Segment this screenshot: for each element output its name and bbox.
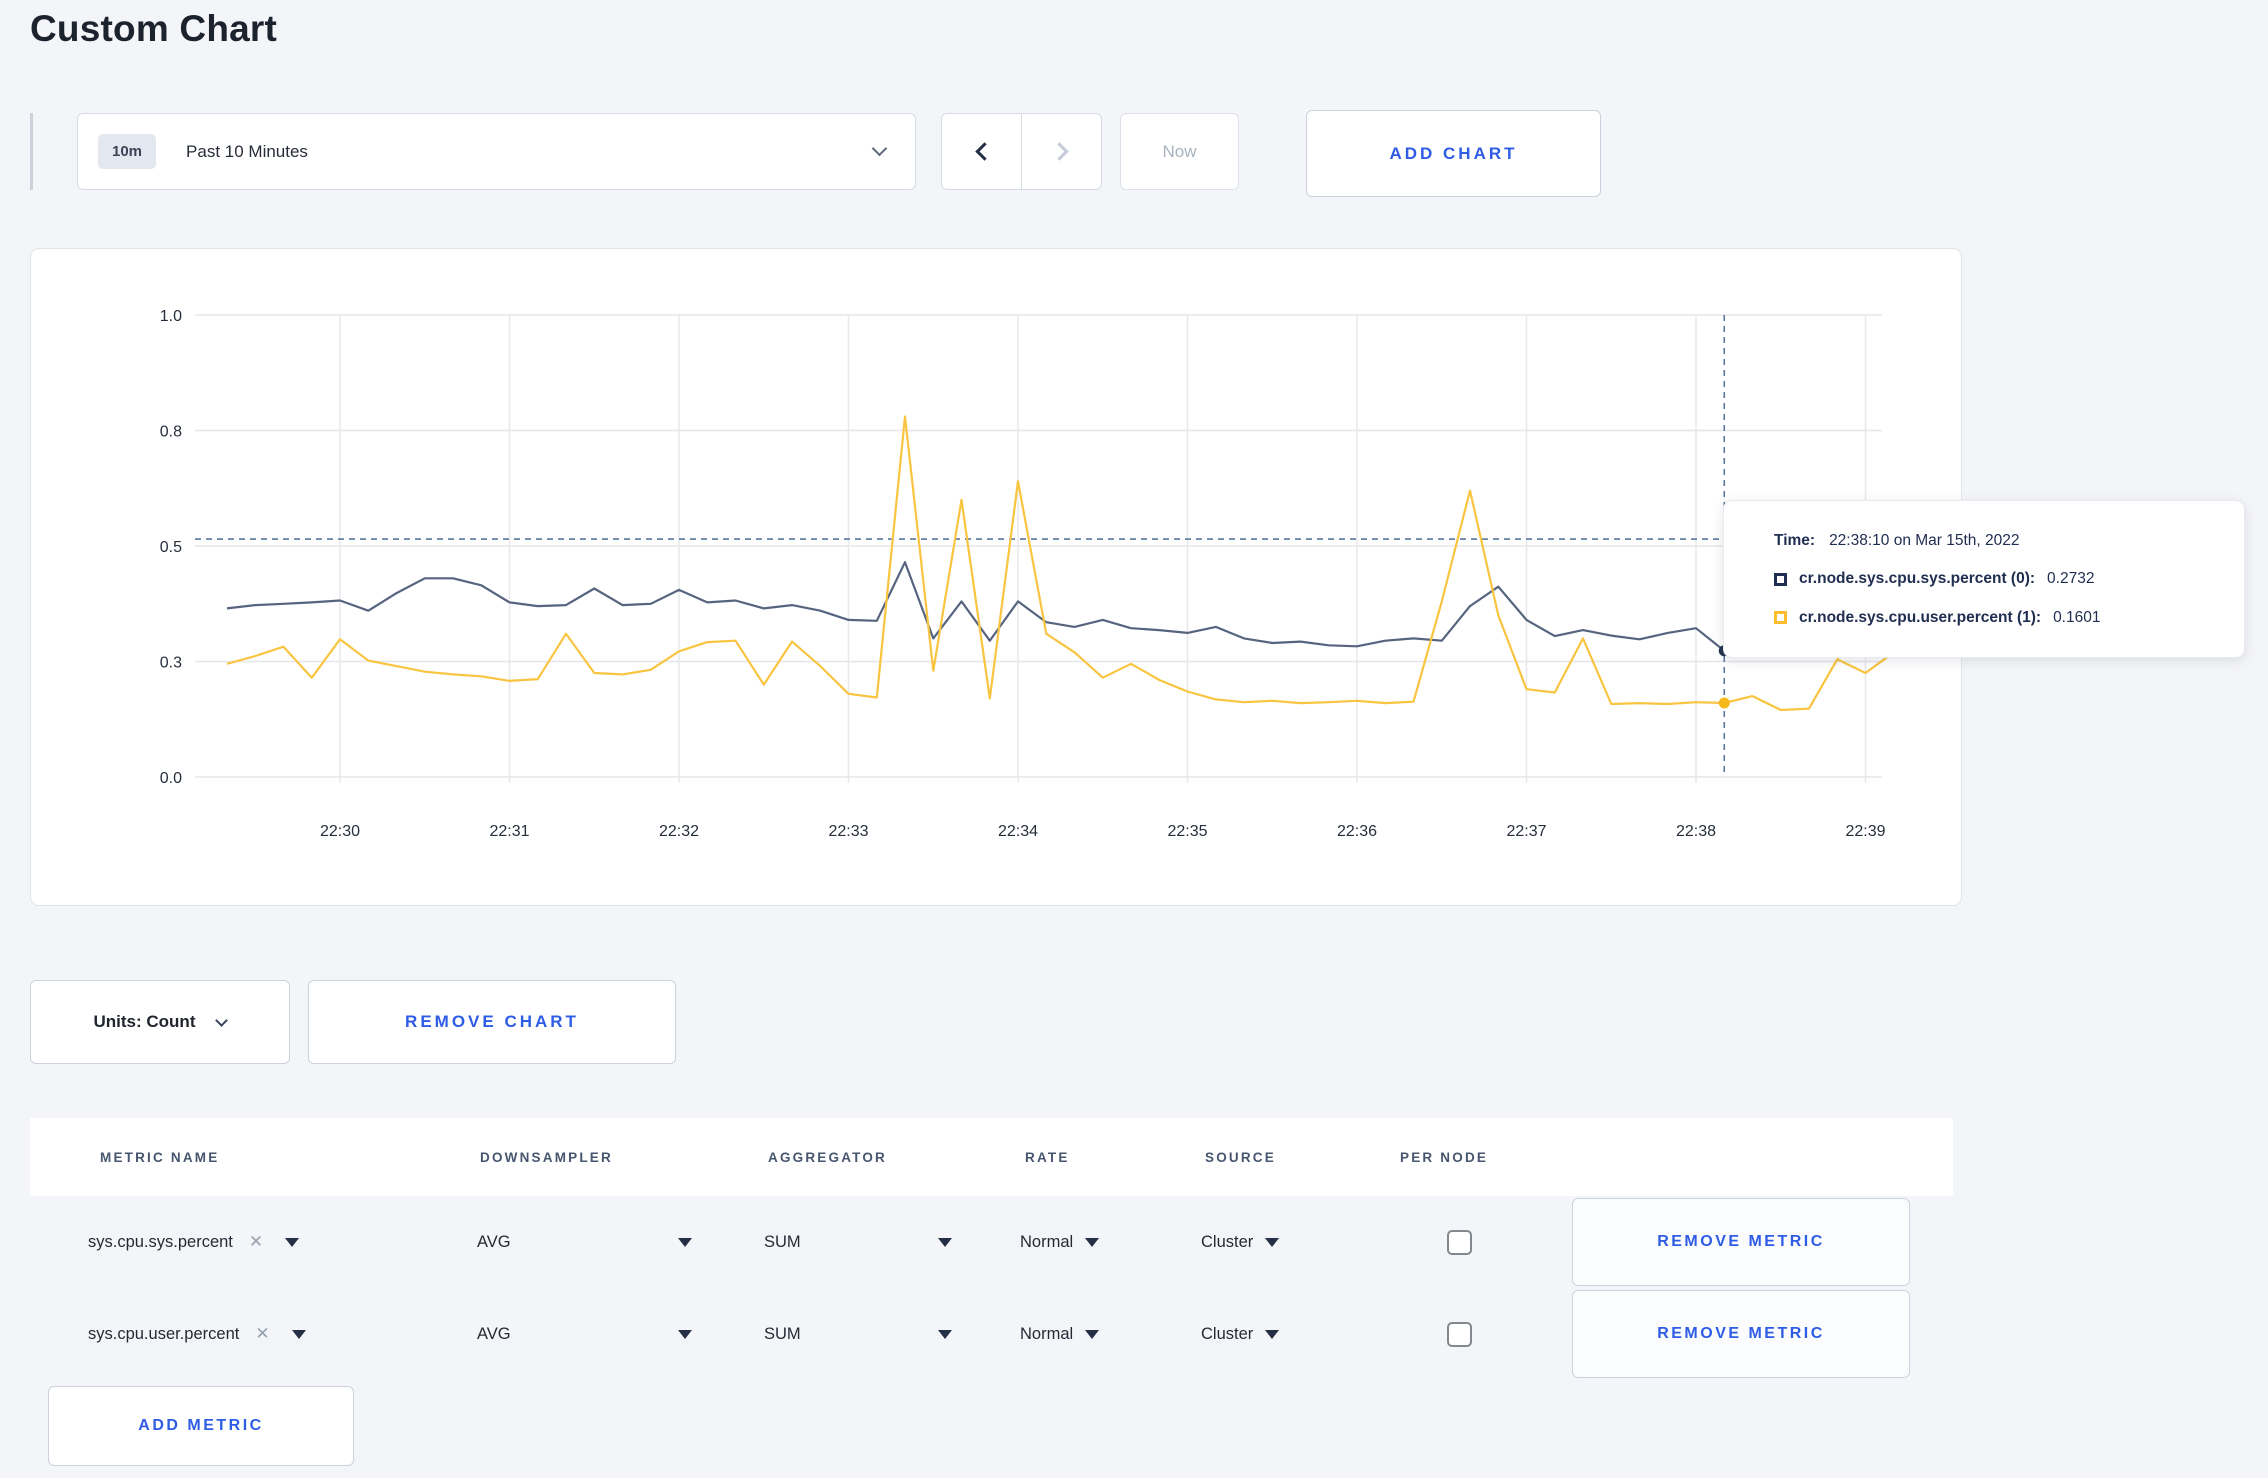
column-header-source: SOURCE	[1205, 1149, 1276, 1165]
tooltip-series-value: 0.1601	[2053, 608, 2101, 626]
add-metric-button[interactable]: ADD METRIC	[48, 1386, 354, 1466]
dropdown-arrow-icon	[1085, 1329, 1100, 1339]
downsampler-select[interactable]: AVG	[477, 1288, 692, 1380]
aggregator-select[interactable]: SUM	[764, 1196, 952, 1288]
table-row: sys.cpu.user.percent ✕ AVG SUM Normal Cl…	[30, 1288, 1953, 1380]
chevron-down-icon	[215, 1013, 229, 1027]
toolbar-divider	[30, 113, 33, 190]
dropdown-arrow-icon	[678, 1329, 692, 1339]
time-nav-group	[941, 113, 1102, 190]
column-header-per-node: PER NODE	[1400, 1149, 1489, 1165]
rate-select[interactable]: Normal	[1020, 1288, 1100, 1380]
rate-value: Normal	[1020, 1232, 1074, 1251]
aggregator-select[interactable]: SUM	[764, 1288, 952, 1380]
table-row: sys.cpu.sys.percent ✕ AVG SUM Normal Clu…	[30, 1196, 1953, 1288]
chevron-left-icon	[974, 142, 994, 161]
chart-card	[30, 248, 1962, 906]
tooltip-series-row: cr.node.sys.cpu.user.percent (1): 0.1601	[1774, 609, 2220, 627]
remove-metric-button[interactable]: REMOVE METRIC	[1572, 1290, 1910, 1378]
metric-name-select[interactable]: sys.cpu.sys.percent ✕	[88, 1196, 300, 1288]
downsampler-select[interactable]: AVG	[477, 1196, 692, 1288]
tooltip-series-row: cr.node.sys.cpu.sys.percent (0): 0.2732	[1774, 570, 2220, 588]
dropdown-arrow-icon	[678, 1237, 692, 1247]
chevron-right-icon	[1049, 142, 1069, 161]
column-header-downsampler: DOWNSAMPLER	[480, 1149, 613, 1165]
aggregator-value: SUM	[764, 1232, 801, 1251]
dropdown-arrow-icon	[1265, 1329, 1280, 1339]
rate-value: Normal	[1020, 1324, 1074, 1343]
tooltip-series-name: cr.node.sys.cpu.sys.percent (0):	[1799, 570, 2036, 587]
source-select[interactable]: Cluster	[1201, 1288, 1280, 1380]
per-node-checkbox[interactable]	[1447, 1321, 1472, 1347]
metrics-table-header: METRIC NAME DOWNSAMPLER AGGREGATOR RATE …	[30, 1118, 1953, 1196]
page-title: Custom Chart	[30, 8, 278, 49]
chevron-down-icon	[871, 140, 888, 157]
column-header-aggregator: AGGREGATOR	[768, 1149, 888, 1165]
tooltip-series-value: 0.2732	[2047, 570, 2095, 587]
metric-name-label: sys.cpu.user.percent	[88, 1324, 240, 1343]
time-range-label: Past 10 Minutes	[186, 141, 308, 161]
time-range-select[interactable]: 10m Past 10 Minutes	[77, 113, 916, 190]
clear-metric-icon[interactable]: ✕	[249, 1232, 263, 1252]
column-header-rate: RATE	[1025, 1149, 1070, 1165]
chart-hover-tooltip: Time: 22:38:10 on Mar 15th, 2022 cr.node…	[1723, 500, 2245, 658]
now-button[interactable]: Now	[1120, 113, 1239, 190]
user-series-swatch-icon	[1774, 611, 1787, 624]
time-range-badge: 10m	[98, 134, 157, 169]
sys-series-swatch-icon	[1774, 572, 1787, 586]
tooltip-series-name: cr.node.sys.cpu.user.percent (1):	[1799, 608, 2042, 626]
dropdown-arrow-icon	[938, 1329, 952, 1339]
dropdown-arrow-icon	[285, 1237, 300, 1247]
remove-chart-button[interactable]: REMOVE CHART	[308, 980, 676, 1064]
column-header-metric-name: METRIC NAME	[100, 1149, 220, 1165]
metric-name-select[interactable]: sys.cpu.user.percent ✕	[88, 1288, 306, 1380]
dropdown-arrow-icon	[1265, 1237, 1280, 1247]
next-time-button[interactable]	[1021, 114, 1101, 189]
tooltip-time-label: Time:	[1774, 531, 1816, 549]
source-select[interactable]: Cluster	[1201, 1196, 1280, 1288]
prev-time-button[interactable]	[942, 114, 1021, 189]
source-value: Cluster	[1201, 1324, 1254, 1343]
downsampler-value: AVG	[477, 1324, 511, 1343]
dropdown-arrow-icon	[938, 1237, 952, 1247]
metric-name-label: sys.cpu.sys.percent	[88, 1232, 233, 1251]
clear-metric-icon[interactable]: ✕	[255, 1324, 269, 1344]
tooltip-time-value: 22:38:10 on Mar 15th, 2022	[1829, 531, 2020, 549]
aggregator-value: SUM	[764, 1324, 801, 1343]
tooltip-time-row: Time: 22:38:10 on Mar 15th, 2022	[1774, 532, 2220, 550]
units-label: Units: Count	[93, 1012, 196, 1031]
remove-metric-button[interactable]: REMOVE METRIC	[1572, 1198, 1910, 1286]
source-value: Cluster	[1201, 1232, 1254, 1251]
add-chart-button[interactable]: ADD CHART	[1306, 110, 1601, 197]
rate-select[interactable]: Normal	[1020, 1196, 1100, 1288]
per-node-cell	[1447, 1196, 1472, 1288]
dropdown-arrow-icon	[1085, 1237, 1100, 1247]
downsampler-value: AVG	[477, 1232, 511, 1251]
per-node-cell	[1447, 1288, 1472, 1380]
dropdown-arrow-icon	[291, 1329, 306, 1339]
per-node-checkbox[interactable]	[1447, 1229, 1472, 1255]
units-select[interactable]: Units: Count	[30, 980, 290, 1064]
